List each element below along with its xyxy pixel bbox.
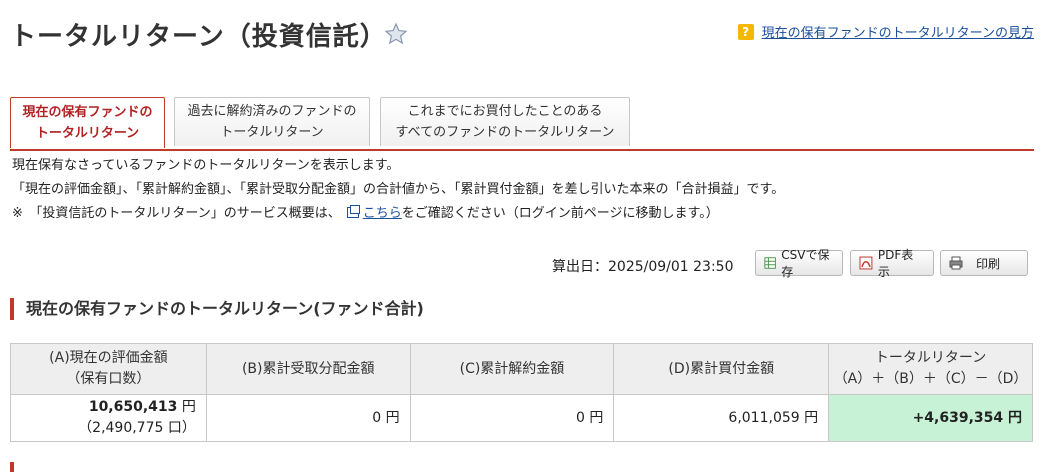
header-purchases: (D)累計買付金額 [613,343,830,395]
table-row: 10,650,413 円 （2,490,775 口） 0 円 0 円 6,011… [10,394,1033,442]
description-line1: 現在保有なさっているファンドのトータルリターンを表示します。 [12,158,400,173]
tab-label-line1: 現在の保有ファンドの [22,105,153,120]
holdings-units: （2,490,775 口） [78,420,196,436]
description-line3: ※ 「投資信託のトータルリターン」のサービス概要は、 こちらをご確認ください（ログ… [12,202,784,226]
tab-label-line2: トータルリターン [35,126,140,141]
tab-label-line1: 過去に解約済みのファンドの [187,104,357,119]
print-button[interactable]: 印刷 [940,250,1028,276]
csv-save-label: CSVで保存 [781,248,830,279]
pdf-view-label: PDF表示 [877,248,914,279]
header-total-return-line1: トータルリターン [874,350,987,366]
total-return-table: (A)現在の評価金額 （保有口数） (B)累計受取分配金額 (C)累計解約金額 … [10,343,1033,442]
print-label: 印刷 [976,256,1001,271]
csv-icon [764,257,776,269]
header-market-value: (A)現在の評価金額 （保有口数） [10,343,207,395]
help-link[interactable]: ? 現在の保有ファンドのトータルリターンの見方 [737,22,1034,41]
tab-bar: 現在の保有ファンドの トータルリターン 過去に解約済みのファンドの トータルリタ… [10,97,1034,151]
description: 現在保有なさっているファンドのトータルリターンを表示します。 「現在の評価金額」… [12,154,784,226]
tab-all-funds[interactable]: これまでにお買付したことのある すべてのファンドのトータルリターン [380,97,630,146]
cell-purchases: 6,011,059 円 [613,394,830,442]
tab-current-holdings[interactable]: 現在の保有ファンドの トータルリターン [10,97,165,148]
description-line2: 「現在の評価金額」、「累計解約金額」、「累計受取分配金額」の合計値から、「累計買… [12,182,785,197]
tab-label-line1: これまでにお買付したことのある [407,104,603,119]
pdf-view-button[interactable]: PDF表示 [850,248,934,279]
header-market-value-line1: (A)現在の評価金額 [49,350,168,366]
table-header-row: (A)現在の評価金額 （保有口数） (B)累計受取分配金額 (C)累計解約金額 … [10,343,1033,395]
cell-redemptions: 0 円 [409,394,615,442]
header-total-return-line2: （A）＋（B）＋（C）－（D） [833,371,1028,387]
tab-past-redeemed[interactable]: 過去に解約済みのファンドの トータルリターン [174,97,370,146]
external-window-icon [346,205,360,218]
cell-total-return: +4,639,354 円 [828,394,1033,442]
tab-label-line2: トータルリターン [220,125,324,140]
cell-market-value: 10,650,413 円 （2,490,775 口） [10,394,207,442]
help-link-text[interactable]: 現在の保有ファンドのトータルリターンの見方 [762,22,1034,41]
calculation-date: 算出日：2025/09/01 23:50 [552,259,734,275]
note-suffix: をご確認ください（ログイン前ページに移動します。） [401,206,719,221]
help-icon: ? [737,23,754,40]
header-distributions: (B)累計受取分配金額 [205,343,411,395]
cell-distributions: 0 円 [205,394,411,442]
next-section-marker [10,462,14,472]
printer-icon [949,256,963,270]
tab-label-line2: すべてのファンドのトータルリターン [395,125,615,140]
market-value-amount: 10,650,413 円 [88,399,196,415]
pdf-icon [859,256,873,270]
header-total-return: トータルリターン （A）＋（B）＋（C）－（D） [828,343,1033,395]
csv-save-button[interactable]: CSVで保存 [755,248,843,279]
service-overview-link[interactable]: こちら [363,206,402,221]
star-icon[interactable] [384,22,408,46]
header-market-value-line2: （保有口数） [66,371,151,387]
toolbar: 算出日：2025/09/01 23:50 CSVで保存 PDF表示 印刷 [0,248,1048,279]
page-title: トータルリターン（投資信託） [10,22,387,52]
section-title: 現在の保有ファンドのトータルリターン(ファンド合計) [10,298,424,320]
note-prefix: ※ 「投資信託のトータルリターン」のサービス概要は、 [12,206,341,221]
header-redemptions: (C)累計解約金額 [409,343,615,395]
